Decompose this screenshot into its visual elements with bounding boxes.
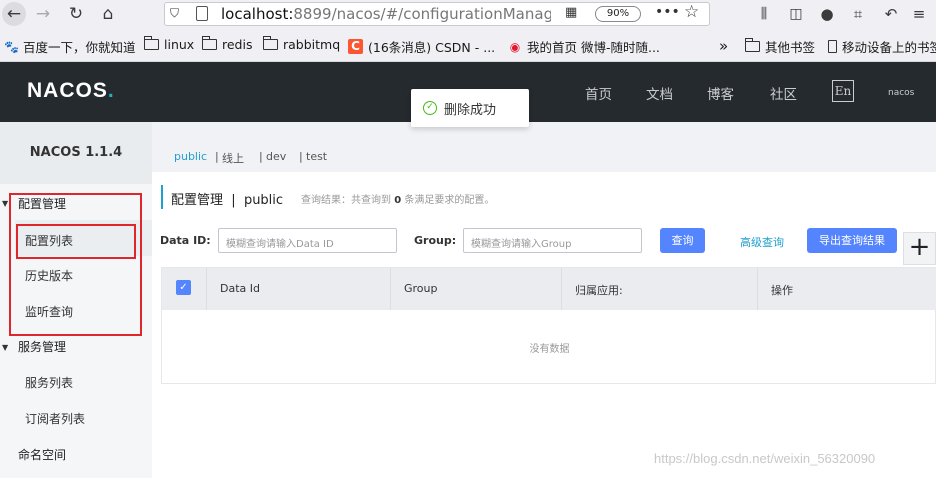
weibo-icon: ◉ xyxy=(509,39,521,54)
column-actions: 操作 xyxy=(771,284,793,297)
success-toast: ✓ 删除成功 xyxy=(411,89,529,127)
data-id-label: Data ID: xyxy=(160,234,211,247)
sidebar-toggle-icon[interactable]: ◫ xyxy=(784,2,808,26)
select-all-checkbox[interactable]: ✓ xyxy=(176,280,191,295)
page-actions-icon[interactable]: ••• xyxy=(655,4,680,20)
annotation-box-item xyxy=(16,224,136,259)
group-input[interactable]: 模糊查询请输入Group xyxy=(463,228,642,253)
bookmark-weibo[interactable]: ◉ 我的首页 微博-随时随... xyxy=(508,37,660,56)
nacos-logo[interactable]: NACOS. xyxy=(27,79,115,103)
annotation-box-group xyxy=(9,193,142,336)
language-switch[interactable]: En xyxy=(832,80,854,102)
nav-docs[interactable]: 文档 xyxy=(646,83,673,103)
paw-icon: 🐾 xyxy=(4,39,19,54)
caret-down-icon: ▼ xyxy=(2,199,9,208)
bookmark-other[interactable]: 其他书签 xyxy=(744,37,815,56)
sidebar: NACOS 1.1.4 ▼ 配置管理 配置列表 历史版本 监听查询 ▼ 服务管理… xyxy=(0,122,152,478)
bookmark-linux[interactable]: linux xyxy=(143,36,194,52)
column-divider xyxy=(757,268,758,310)
add-config-button[interactable]: + xyxy=(903,232,936,265)
toast-message: 删除成功 xyxy=(444,103,497,118)
bookmark-star-icon[interactable]: ☆ xyxy=(684,2,699,22)
nav-blog[interactable]: 博客 xyxy=(707,83,734,103)
folder-icon xyxy=(262,36,278,50)
browser-toolbar: ← → ↻ ⌂ ⛉ localhost:8899/nacos/#/configu… xyxy=(0,0,936,28)
advanced-search-link[interactable]: 高级查询 xyxy=(740,234,784,250)
zoom-level[interactable]: 90% xyxy=(595,6,641,22)
csdn-icon: C xyxy=(348,39,363,54)
library-icon[interactable]: ⫼ xyxy=(752,2,776,26)
nav-community[interactable]: 社区 xyxy=(770,83,797,103)
bookmark-rabbitmq[interactable]: rabbitmq xyxy=(262,36,340,52)
config-table: ✓ Data Id Group 归属应用: 操作 没有数据 xyxy=(161,267,936,384)
undo-icon[interactable]: ↶ xyxy=(879,2,903,26)
column-group: Group xyxy=(404,282,438,295)
watermark: https://blog.csdn.net/weixin_56320090 xyxy=(654,451,876,466)
home-icon[interactable]: ⌂ xyxy=(96,2,120,26)
empty-table-message: 没有数据 xyxy=(529,344,570,355)
bookmark-csdn[interactable]: C (16条消息) CSDN - ... xyxy=(348,37,495,56)
column-divider xyxy=(390,268,391,310)
export-button[interactable]: 导出查询结果 xyxy=(807,228,897,253)
sidebar-group-service[interactable]: 服务管理 xyxy=(18,338,66,355)
data-id-input[interactable]: 模糊查询请输入Data ID xyxy=(218,228,397,253)
bookmarks-overflow-icon[interactable]: » xyxy=(719,37,728,55)
folder-icon xyxy=(744,38,760,52)
menu-icon[interactable]: ≡ xyxy=(907,2,931,26)
namespace-test[interactable]: test xyxy=(306,150,327,163)
sidebar-item-namespace[interactable]: 命名空间 xyxy=(18,446,66,463)
url-bar[interactable]: ⛉ localhost:8899/nacos/#/configurationMa… xyxy=(164,2,710,26)
namespace-public[interactable]: public xyxy=(174,150,207,163)
nav-home[interactable]: 首页 xyxy=(585,83,612,103)
namespace-online[interactable]: 线上 xyxy=(222,150,244,166)
column-data-id: Data Id xyxy=(220,282,260,295)
search-button[interactable]: 查询 xyxy=(660,228,705,253)
caret-down-icon: ▼ xyxy=(2,343,9,352)
sidebar-item-service-list[interactable]: 服务列表 xyxy=(25,374,73,391)
mobile-icon xyxy=(828,40,837,53)
bookmark-mobile[interactable]: 移动设备上的书签 xyxy=(828,37,936,56)
result-summary: 查询结果：共查询到 0 条满足要求的配置。 xyxy=(301,195,495,206)
back-icon[interactable]: ← xyxy=(2,2,26,26)
bookmark-redis[interactable]: redis xyxy=(201,36,252,52)
title-accent xyxy=(161,185,163,209)
namespace-dev[interactable]: dev xyxy=(266,150,286,163)
crop-icon[interactable]: ⌗ xyxy=(846,2,870,26)
group-label: Group: xyxy=(414,234,457,247)
folder-icon xyxy=(201,36,217,50)
main-content: public | 线上 | dev | test 配置管理 | public 查… xyxy=(152,122,936,478)
account-icon[interactable]: ● xyxy=(815,2,839,26)
namespace-separator: | xyxy=(299,150,303,163)
bookmark-baidu[interactable]: 🐾 百度一下，你就知道 xyxy=(4,37,136,56)
check-circle-icon: ✓ xyxy=(423,101,437,115)
namespace-bar: public | 线上 | dev | test xyxy=(152,122,936,172)
url-text[interactable]: localhost:8899/nacos/#/configurationMana… xyxy=(221,5,551,23)
version-label: NACOS 1.1.4 xyxy=(0,122,152,184)
page-icon xyxy=(196,6,208,21)
namespace-separator: | xyxy=(259,150,263,163)
column-app: 归属应用: xyxy=(575,284,623,297)
namespace-separator: | xyxy=(215,150,219,163)
sidebar-item-subscribers[interactable]: 订阅者列表 xyxy=(25,410,85,427)
user-name[interactable]: nacos xyxy=(888,88,914,98)
folder-icon xyxy=(143,36,159,50)
bookmarks-bar: 🐾 百度一下，你就知道 linux redis rabbitmq C (16条消息)… xyxy=(0,28,936,62)
column-divider xyxy=(561,268,562,310)
forward-icon[interactable]: → xyxy=(31,2,55,26)
column-divider xyxy=(206,268,207,310)
qr-code-icon[interactable]: ▦ xyxy=(565,5,577,20)
reload-icon[interactable]: ↻ xyxy=(64,2,88,26)
shield-icon[interactable]: ⛉ xyxy=(170,6,179,21)
table-header: ✓ Data Id Group 归属应用: 操作 xyxy=(162,268,936,310)
page-title: 配置管理 | public xyxy=(171,193,284,208)
